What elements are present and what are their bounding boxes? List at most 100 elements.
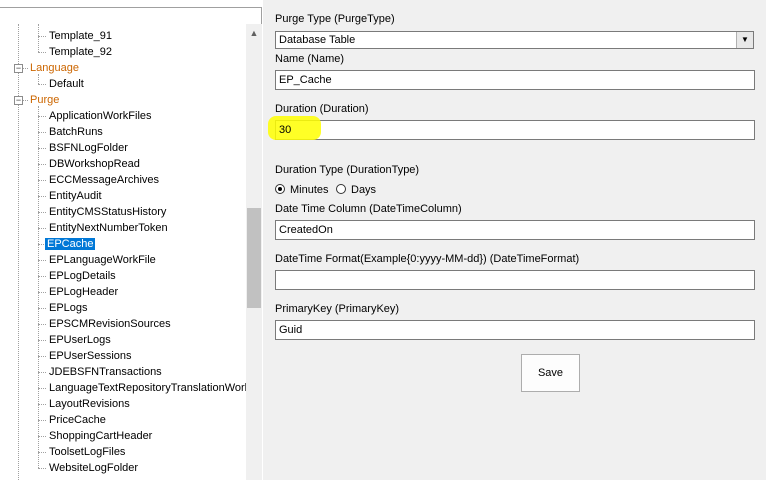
tree-connector	[38, 388, 46, 389]
tree-item-jdebsfntransactions[interactable]: JDEBSFNTransactions	[47, 364, 164, 380]
tree-item-toolsetlogfiles[interactable]: ToolsetLogFiles	[47, 444, 127, 460]
tree-item-entitycmsstatushistory[interactable]: EntityCMSStatusHistory	[47, 204, 168, 220]
tree-item-default[interactable]: Default	[47, 76, 86, 92]
chevron-down-icon[interactable]: ▼	[736, 32, 753, 48]
tree-item-label: WebsiteLogFolder	[49, 462, 139, 474]
tree-connector	[38, 260, 46, 261]
tree-item-epscmrevisionsources[interactable]: EPSCMRevisionSources	[47, 316, 173, 332]
radio-selected-icon[interactable]	[275, 184, 285, 194]
tree-item-epcache[interactable]: EPCache	[45, 236, 96, 252]
tree-item-eplogs[interactable]: EPLogs	[47, 300, 90, 316]
tree-item-label: Template_91	[49, 30, 112, 42]
tree-item-template-92[interactable]: Template_92	[47, 44, 114, 60]
tree-item-label: EntityCMSStatusHistory	[49, 206, 167, 218]
tree-connector	[38, 308, 46, 309]
tree-item-label: EPLogs	[49, 302, 88, 314]
purge-type-value: Database Table	[279, 34, 356, 46]
tree-connector	[38, 228, 46, 229]
tree-item-label: EntityNextNumberToken	[49, 222, 168, 234]
duration-value: 30	[279, 124, 292, 136]
tree-connector	[38, 148, 46, 149]
tree-connector	[38, 452, 46, 453]
tree-scrollbar[interactable]: ▲	[246, 24, 262, 480]
tree-connector	[38, 340, 46, 341]
scrollbar-thumb[interactable]	[247, 208, 261, 308]
tree-item-websitelogfolder[interactable]: WebsiteLogFolder	[47, 460, 140, 476]
datetime-format-label: DateTime Format(Example{0:yyyy-MM-dd}) (…	[275, 253, 580, 265]
collapse-purge-icon[interactable]: −	[14, 96, 23, 105]
radio-minutes[interactable]: Minutes	[275, 183, 329, 197]
tree-item-purge[interactable]: Purge	[28, 92, 61, 108]
chevron-up-icon[interactable]: ▲	[246, 24, 262, 42]
tree-item-applicationworkfiles[interactable]: ApplicationWorkFiles	[47, 108, 154, 124]
tree-item-label: Default	[49, 78, 84, 90]
duration-field[interactable]: 30	[268, 116, 755, 140]
primary-key-label: PrimaryKey (PrimaryKey)	[275, 303, 400, 315]
tree-item-label: ShoppingCartHeader	[49, 430, 153, 442]
tree-item-eplogdetails[interactable]: EPLogDetails	[47, 268, 118, 284]
tree-item-eplanguageworkfile[interactable]: EPLanguageWorkFile	[47, 252, 158, 268]
tree-item-label: BSFNLogFolder	[49, 142, 128, 154]
tree-item-label: EPLanguageWorkFile	[49, 254, 156, 266]
purge-type-label: Purge Type (PurgeType)	[275, 13, 395, 25]
radio-days[interactable]: Days	[336, 183, 376, 197]
tree-connector	[38, 196, 46, 197]
tree-connector	[38, 372, 46, 373]
radio-days-label: Days	[351, 184, 377, 196]
tree-item-label: ToolsetLogFiles	[49, 446, 126, 458]
tree-view[interactable]: Template_91 Template_92 − Language Defau…	[0, 0, 246, 480]
tree-item-label: LayoutRevisions	[49, 398, 130, 410]
save-button[interactable]: Save	[521, 354, 580, 392]
tree-connector	[38, 468, 46, 469]
datetime-column-label: Date Time Column (DateTimeColumn)	[275, 203, 462, 215]
tree-item-label: BatchRuns	[49, 126, 103, 138]
tree-item-label: Purge	[30, 94, 60, 106]
tree-item-pricecache[interactable]: PriceCache	[47, 412, 108, 428]
radio-minutes-label: Minutes	[290, 184, 329, 196]
tree-item-epusersessions[interactable]: EPUserSessions	[47, 348, 134, 364]
datetime-column-field[interactable]: CreatedOn	[275, 220, 755, 240]
tree-item-bsfnlogfolder[interactable]: BSFNLogFolder	[47, 140, 130, 156]
purge-type-select[interactable]: Database Table ▼	[275, 31, 754, 49]
tree-connector	[38, 24, 39, 52]
tree-item-label: EPCache	[45, 238, 96, 250]
tree-connector	[38, 324, 46, 325]
tree-item-epuserlogs[interactable]: EPUserLogs	[47, 332, 113, 348]
tree-item-entitynextnumbertoken[interactable]: EntityNextNumberToken	[47, 220, 170, 236]
tree-connector	[38, 212, 46, 213]
tree-item-label: EPLogHeader	[49, 286, 119, 298]
radio-unselected-icon[interactable]	[336, 184, 346, 194]
tree-item-label: ECCMessageArchives	[49, 174, 160, 186]
tree-item-shoppingcartheader[interactable]: ShoppingCartHeader	[47, 428, 154, 444]
tree-item-language[interactable]: Language	[28, 60, 81, 76]
tree-connector	[38, 404, 46, 405]
tree-connector	[38, 436, 46, 437]
tree-item-eplogheader[interactable]: EPLogHeader	[47, 284, 120, 300]
tree-connector	[38, 276, 46, 277]
name-field[interactable]: EP_Cache	[275, 70, 755, 90]
tree-item-dbworkshopread[interactable]: DBWorkshopRead	[47, 156, 142, 172]
properties-panel: Purge Type (PurgeType) Database Table ▼ …	[263, 0, 766, 480]
tree-item-label: EPUserSessions	[49, 350, 132, 362]
tree-item-batchruns[interactable]: BatchRuns	[47, 124, 105, 140]
tree-connector	[38, 164, 46, 165]
tree-item-layoutrevisions[interactable]: LayoutRevisions	[47, 396, 132, 412]
tree-connector	[38, 52, 46, 53]
tree-item-label: EntityAudit	[49, 190, 102, 202]
tree-connector	[38, 356, 46, 357]
tree-item-languagetextrepositorytranslationwork[interactable]: LanguageTextRepositoryTranslationWork	[47, 380, 246, 396]
tree-connector	[38, 180, 46, 181]
collapse-language-icon[interactable]: −	[14, 64, 23, 73]
tree-item-label: DBWorkshopRead	[49, 158, 140, 170]
tree-item-label: JDEBSFNTransactions	[49, 366, 162, 378]
tree-item-label: EPLogDetails	[49, 270, 116, 282]
tree-item-label: EPUserLogs	[49, 334, 111, 346]
tree-connector	[38, 36, 46, 37]
tree-item-template-91[interactable]: Template_91	[47, 28, 114, 44]
tree-item-eccmessagearchives[interactable]: ECCMessageArchives	[47, 172, 161, 188]
primary-key-field[interactable]: Guid	[275, 320, 755, 340]
datetime-format-field[interactable]	[275, 270, 755, 290]
tree-item-label: LanguageTextRepositoryTranslationWork	[49, 382, 246, 394]
name-label: Name (Name)	[275, 53, 345, 65]
tree-item-entityaudit[interactable]: EntityAudit	[47, 188, 104, 204]
